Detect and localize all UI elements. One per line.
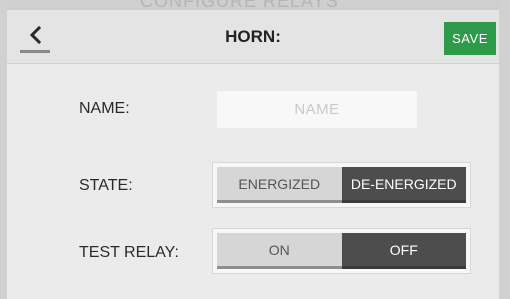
test-relay-label: TEST RELAY:	[79, 244, 179, 261]
page-title: HORN:	[225, 27, 281, 46]
test-relay-off-option[interactable]: OFF	[341, 233, 466, 269]
state-de-energized-option[interactable]: DE-ENERGIZED	[341, 167, 466, 203]
back-button[interactable]	[20, 20, 50, 53]
horn-relay-screen: CONFIGURE RELAYS HORN: SAVE NAME: STATE:…	[0, 0, 510, 299]
state-segmented-control: ENERGIZED DE-ENERGIZED	[212, 162, 471, 208]
test-relay-on-option[interactable]: ON	[217, 233, 342, 269]
left-bezel	[0, 0, 7, 299]
chevron-left-icon	[29, 26, 42, 44]
right-bezel	[499, 0, 510, 299]
save-button[interactable]: SAVE	[444, 22, 496, 55]
state-label: STATE:	[79, 177, 133, 194]
name-input[interactable]	[217, 91, 417, 128]
top-bezel: CONFIGURE RELAYS	[0, 0, 510, 11]
test-relay-segmented-control: ON OFF	[212, 228, 471, 274]
name-label: NAME:	[79, 100, 130, 117]
relay-form: NAME: STATE: ENERGIZED DE-ENERGIZED TEST…	[7, 64, 499, 299]
header-bar: HORN: SAVE	[7, 10, 499, 64]
state-energized-option[interactable]: ENERGIZED	[217, 167, 342, 203]
